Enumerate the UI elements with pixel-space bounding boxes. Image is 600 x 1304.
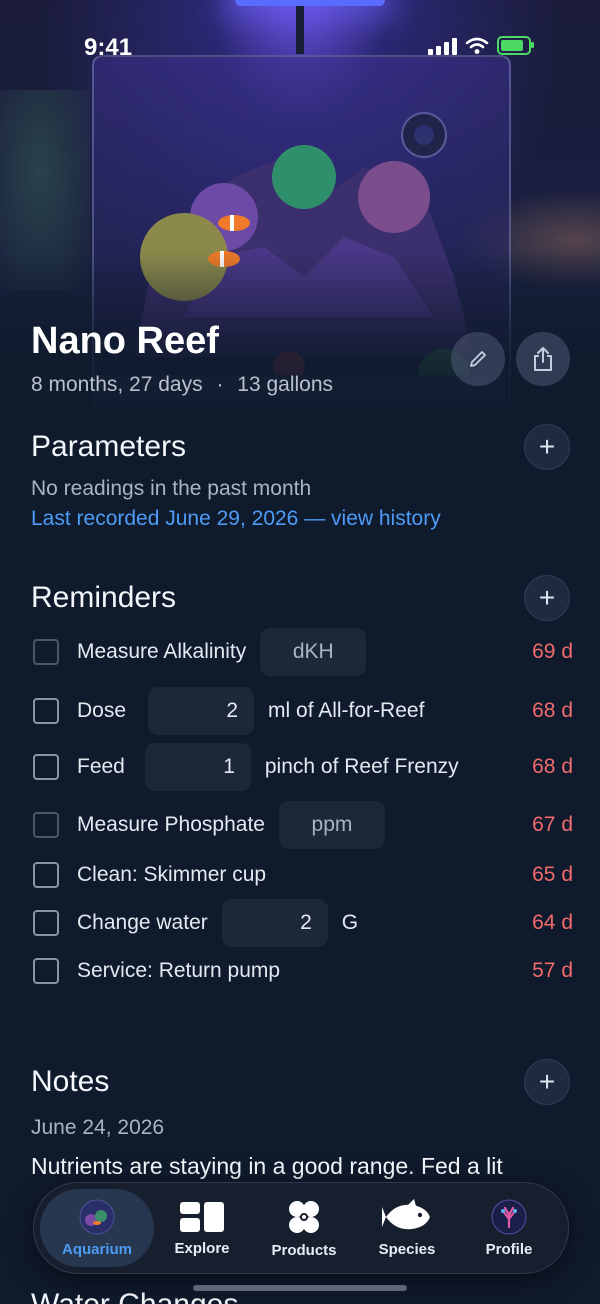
reminder-input[interactable]: 2 bbox=[148, 687, 255, 735]
edit-button[interactable] bbox=[451, 332, 505, 386]
reminder-row: Measure Phosphate ppm 67 d bbox=[33, 801, 573, 849]
reminder-checkbox[interactable] bbox=[33, 862, 59, 888]
tab-label: Products bbox=[271, 1241, 337, 1259]
home-indicator bbox=[193, 1285, 407, 1291]
view-history-link[interactable]: Last recorded June 29, 2026 — view histo… bbox=[31, 507, 441, 531]
tab-label: Profile bbox=[485, 1240, 533, 1258]
status-time: 9:41 bbox=[84, 34, 133, 61]
aquarium-title: Nano Reef bbox=[31, 320, 219, 362]
plus-icon: + bbox=[538, 431, 556, 462]
reminder-checkbox[interactable] bbox=[33, 958, 59, 984]
reminder-checkbox[interactable] bbox=[33, 639, 59, 665]
notes-title: Notes bbox=[31, 1065, 110, 1098]
reminder-input[interactable]: ppm bbox=[278, 801, 385, 849]
reminder-checkbox[interactable] bbox=[33, 910, 59, 936]
fan-icon bbox=[289, 1200, 319, 1233]
reminder-label: Service: Return pump bbox=[77, 959, 281, 982]
reminder-row: Feed 1 pinch of Reef Frenzy 68 d bbox=[33, 743, 573, 791]
aquarium-light bbox=[235, 0, 385, 6]
grid-icon bbox=[180, 1201, 224, 1232]
share-icon bbox=[534, 347, 552, 371]
reminder-label: Measure Phosphate bbox=[77, 813, 265, 836]
reminder-input[interactable]: 1 bbox=[144, 743, 251, 791]
note-date: June 24, 2026 bbox=[31, 1116, 165, 1139]
aquarium-age: 8 months, 27 days bbox=[31, 373, 203, 396]
pencil-icon bbox=[470, 351, 486, 367]
tab-profile[interactable]: Profile bbox=[457, 1189, 561, 1267]
reminder-due: 64 d bbox=[532, 911, 573, 934]
aquarium-avatar-icon bbox=[79, 1199, 115, 1234]
tab-species[interactable]: Species bbox=[355, 1189, 459, 1267]
reminder-input[interactable]: dKH bbox=[260, 628, 367, 676]
reminder-label: Feed bbox=[77, 755, 125, 778]
reminder-label: Dose bbox=[77, 699, 127, 722]
reminder-checkbox[interactable] bbox=[33, 698, 59, 724]
tab-label: Species bbox=[378, 1240, 436, 1258]
reminder-row: Clean: Skimmer cup 65 d bbox=[33, 855, 573, 895]
profile-avatar-icon bbox=[491, 1199, 527, 1234]
reminder-due: 65 d bbox=[532, 863, 573, 886]
reminder-row: Dose 2 ml of All-for-Reef 68 d bbox=[33, 687, 573, 735]
plus-icon: + bbox=[538, 582, 556, 613]
hero-image bbox=[0, 0, 600, 430]
aquarium-subtitle: 8 months, 27 days · 13 gallons bbox=[31, 373, 333, 397]
reminder-unit: G bbox=[341, 911, 359, 934]
plus-icon: + bbox=[538, 1066, 556, 1097]
status-icons bbox=[428, 36, 534, 55]
tab-label: Aquarium bbox=[61, 1240, 132, 1258]
battery-icon bbox=[497, 36, 534, 55]
share-button[interactable] bbox=[516, 332, 570, 386]
reminder-input[interactable]: 2 bbox=[221, 899, 328, 947]
tab-products[interactable]: Products bbox=[252, 1189, 356, 1267]
reminder-label: Measure Alkalinity bbox=[77, 640, 247, 663]
fish-icon bbox=[382, 1198, 430, 1229]
reminder-unit: pinch of Reef Frenzy bbox=[264, 755, 459, 778]
signal-icon bbox=[428, 37, 457, 55]
tab-label: Explore bbox=[174, 1239, 230, 1257]
reminder-unit: ml of All-for-Reef bbox=[268, 699, 425, 722]
reminder-label: Change water bbox=[77, 911, 208, 934]
reminders-title: Reminders bbox=[31, 581, 177, 614]
reminder-label: Clean: Skimmer cup bbox=[77, 863, 267, 886]
add-note-button[interactable]: + bbox=[524, 1059, 570, 1105]
reminder-row: Measure Alkalinity dKH 69 d bbox=[33, 628, 573, 676]
tab-explore[interactable]: Explore bbox=[150, 1189, 254, 1267]
add-reminder-button[interactable]: + bbox=[524, 575, 570, 621]
reminder-row: Change water 2 G 64 d bbox=[33, 899, 573, 947]
reminder-due: 67 d bbox=[532, 813, 573, 836]
parameters-empty-text: No readings in the past month bbox=[31, 477, 312, 500]
reminder-checkbox[interactable] bbox=[33, 754, 59, 780]
tab-aquarium[interactable]: Aquarium bbox=[40, 1189, 154, 1267]
reminder-checkbox[interactable] bbox=[33, 812, 59, 838]
reminder-due: 68 d bbox=[532, 699, 573, 722]
reminder-due: 57 d bbox=[532, 959, 573, 982]
separator: · bbox=[216, 373, 224, 396]
aquarium-volume: 13 gallons bbox=[237, 373, 334, 396]
water-changes-title: Water Changes bbox=[31, 1290, 238, 1304]
parameters-title: Parameters bbox=[31, 430, 187, 463]
reminder-due: 69 d bbox=[532, 640, 573, 663]
tab-bar: Aquarium Explore Products Species Profil… bbox=[33, 1182, 569, 1274]
add-parameter-button[interactable]: + bbox=[524, 424, 570, 470]
reminder-row: Service: Return pump 57 d bbox=[33, 951, 573, 991]
wifi-icon bbox=[465, 37, 489, 54]
reminder-due: 68 d bbox=[532, 755, 573, 778]
